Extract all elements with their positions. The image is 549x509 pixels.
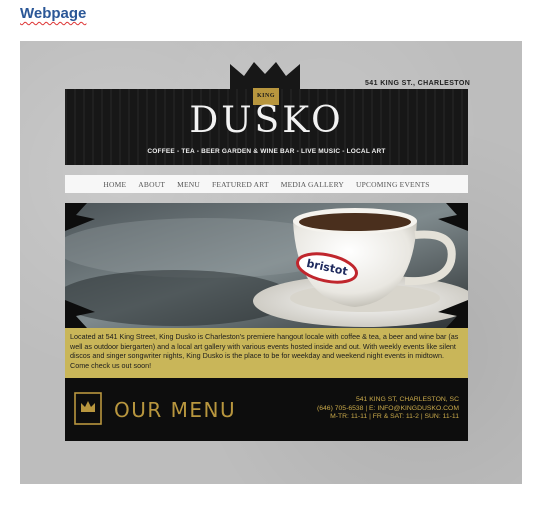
contact-hours: M-TR: 11-11 | FR & SAT: 11-2 | SUN: 11-1…: [330, 413, 459, 421]
hero-image: bristot: [65, 203, 468, 328]
document-heading: Webpage: [20, 5, 87, 22]
our-menu-link[interactable]: OUR MENU: [114, 398, 236, 422]
nav-media-gallery[interactable]: MEDIA GALLERY: [281, 180, 344, 189]
webpage-mockup: 541 KING ST., CHARLESTON KING DUSKO COFF…: [20, 41, 522, 484]
nav-upcoming-events[interactable]: UPCOMING EVENTS: [356, 180, 430, 189]
contact-address: 541 KING ST, CHARLESTON, SC: [356, 396, 459, 403]
nav-menu[interactable]: MENU: [177, 180, 200, 189]
nav-about[interactable]: ABOUT: [138, 180, 165, 189]
about-blurb: Located at 541 King Street, King Dusko i…: [65, 328, 468, 378]
site-tagline: COFFEE - TEA - BEER GARDEN & WINE BAR - …: [147, 148, 386, 155]
site-logo[interactable]: DUSKO: [65, 99, 468, 143]
site-navigation: HOME ABOUT MENU FEATURED ART MEDIA GALLE…: [65, 175, 468, 193]
header-address: 541 KING ST., CHARLESTON: [365, 80, 471, 87]
contact-phone-email: (646) 705-6538 | E: INFO@KINGDUSKO.COM: [316, 404, 459, 412]
crown-icon: [230, 62, 300, 90]
nav-home[interactable]: HOME: [103, 180, 126, 189]
menu-book-icon[interactable]: [74, 392, 102, 425]
contact-info: 541 KING ST, CHARLESTON, SC (646) 705-65…: [317, 396, 459, 422]
nav-featured-art[interactable]: FEATURED ART: [212, 180, 269, 189]
site-footer: OUR MENU 541 KING ST, CHARLESTON, SC (64…: [65, 378, 468, 441]
